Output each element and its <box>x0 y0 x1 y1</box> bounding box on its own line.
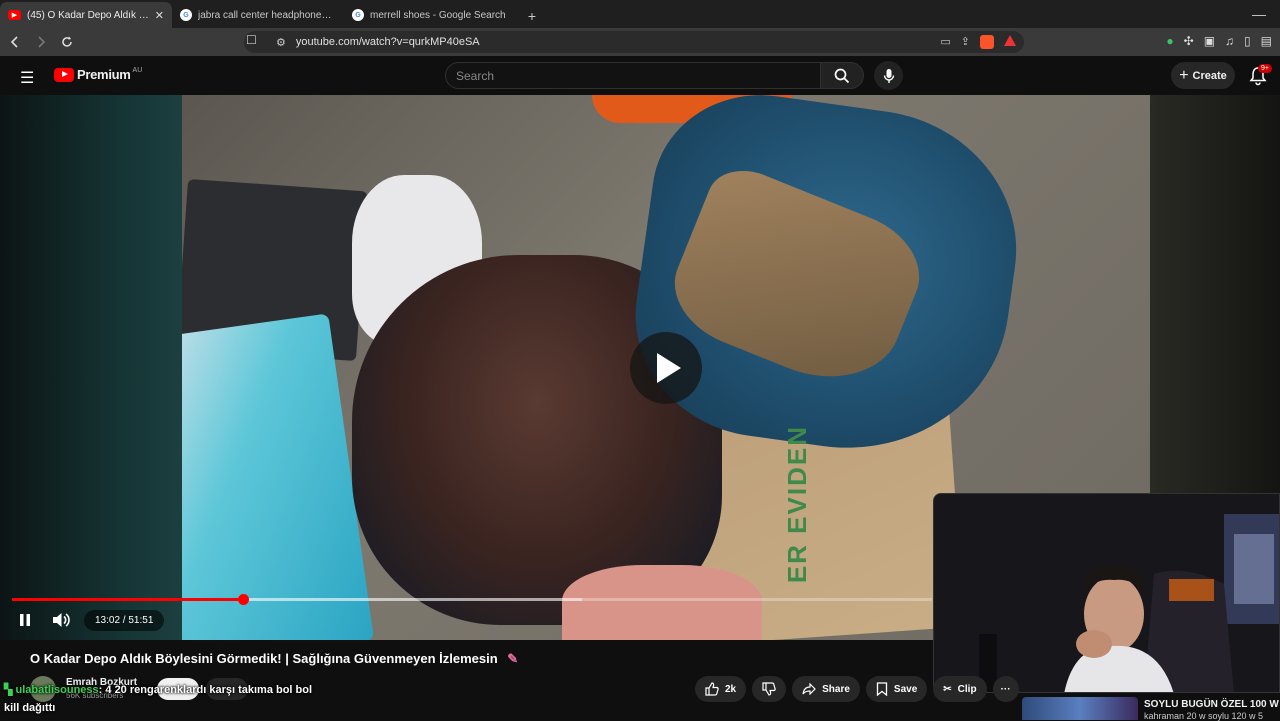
google-favicon-icon: G <box>352 9 364 21</box>
video-actions: 2k Share Save ✂ Clip ··· <box>695 676 1019 702</box>
search-icon <box>834 68 850 83</box>
tab-title: jabra call center headphones - Google Se… <box>198 9 336 21</box>
bookmark-save-icon <box>876 682 888 696</box>
pink-bag-shape <box>562 565 762 640</box>
scrubber-handle[interactable] <box>238 594 249 605</box>
plus-icon: + <box>1179 66 1189 84</box>
recommended-thumbnail[interactable] <box>1022 697 1138 720</box>
extensions-puzzle-icon[interactable]: ✣ <box>1184 34 1194 48</box>
close-tab-icon[interactable]: ✕ <box>155 9 164 22</box>
played-bar <box>12 598 243 601</box>
site-info-icon[interactable]: ⚙ <box>276 36 286 49</box>
tab-title: (45) O Kadar Depo Aldık Böylesini Görmed… <box>27 9 149 21</box>
thumbs-down-icon <box>762 682 776 696</box>
brave-shields-icon[interactable] <box>980 35 994 49</box>
volume-icon <box>53 613 70 627</box>
share-icon <box>802 683 816 695</box>
more-horizontal-icon: ··· <box>1000 683 1011 695</box>
chat-overlay-line-2: kill dağıttı <box>4 702 56 714</box>
url-text: youtube.com/watch?v=qurkMP40eSA <box>295 36 480 48</box>
chat-overlay-line: ▚ ulabatlisouness: 4 20 rengarenklardı k… <box>4 683 312 696</box>
dislike-button[interactable] <box>752 676 787 702</box>
minimize-window-button[interactable]: — <box>1252 6 1266 22</box>
search-button[interactable] <box>820 62 864 89</box>
omnibox-actions: ▭ ⇪ <box>940 35 1016 49</box>
progress-bar[interactable] <box>12 594 932 605</box>
pause-icon <box>20 614 30 626</box>
pencil-emoji-icon: ✎ <box>507 651 519 666</box>
media-controls-icon[interactable]: ♫ <box>1225 34 1234 48</box>
youtube-premium-logo[interactable]: Premium AU <box>54 67 142 82</box>
video-title-text: O Kadar Depo Aldık Böylesini Görmedik! |… <box>30 651 498 666</box>
back-arrow-icon <box>10 36 18 48</box>
microphone-icon <box>883 68 894 83</box>
youtube-header: ☰ Premium AU Search + Create 9+ <box>0 56 1280 95</box>
bookmark-icon[interactable]: ☐ <box>246 33 257 47</box>
chat-username: ulabatlisouness <box>15 684 99 696</box>
share-label: Share <box>822 683 850 695</box>
sidebar-toggle-icon[interactable]: ▯ <box>1244 34 1251 48</box>
chat-message: : 4 20 rengarenklardı karşı takıma bol b… <box>98 684 313 696</box>
youtube-favicon-icon: ▶ <box>8 10 21 20</box>
chat-badge-icon: ▚ <box>4 684 13 696</box>
google-favicon-icon: G <box>180 9 192 21</box>
reload-icon <box>62 36 72 47</box>
create-label: Create <box>1192 69 1227 82</box>
region-code: AU <box>132 67 143 74</box>
address-toolbar: ⚙ youtube.com/watch?v=qurkMP40eSA ▭ ⇪ ☐ … <box>0 28 1280 56</box>
tab-title: merrell shoes - Google Search <box>370 9 506 21</box>
voice-search-button[interactable] <box>874 61 903 90</box>
box-print-text: ER EVIDEN <box>782 425 812 584</box>
blue-bag-shape <box>182 313 375 640</box>
scissors-icon: ✂ <box>943 683 952 695</box>
youtube-logo-icon <box>54 67 74 82</box>
like-count: 2k <box>725 683 737 695</box>
clip-label: Clip <box>957 683 977 695</box>
clip-button[interactable]: ✂ Clip <box>933 676 987 702</box>
cast-icon[interactable]: ▭ <box>940 35 950 49</box>
player-controls: 13:02 / 51:51 <box>12 607 165 633</box>
big-play-button[interactable] <box>630 332 702 404</box>
volume-button[interactable] <box>48 607 74 633</box>
tab-youtube[interactable]: ▶ (45) O Kadar Depo Aldık Böylesini Görm… <box>0 2 172 28</box>
extension-leaf-icon[interactable]: ● <box>1166 34 1173 48</box>
recommended-title[interactable]: SOYLU BUGÜN ÖZEL 100 W <box>1144 699 1279 710</box>
video-title: O Kadar Depo Aldık Böylesini Görmedik! |… <box>30 651 518 667</box>
browser-tab-strip: ▶ (45) O Kadar Depo Aldık Böylesini Görm… <box>0 0 1280 28</box>
tab-jabra-search[interactable]: G jabra call center headphones - Google … <box>172 2 344 28</box>
forward-button[interactable] <box>30 31 52 53</box>
create-button[interactable]: + Create <box>1171 62 1235 89</box>
share-button[interactable]: Share <box>792 676 860 702</box>
like-button[interactable]: 2k <box>695 676 747 702</box>
menu-icon[interactable]: ☰ <box>20 68 34 88</box>
time-display: 13:02 / 51:51 <box>84 609 165 631</box>
search-input[interactable]: Search <box>445 62 821 89</box>
notification-count-badge: 9+ <box>1258 64 1272 73</box>
share-page-icon[interactable]: ⇪ <box>961 35 970 49</box>
more-actions-button[interactable]: ··· <box>992 676 1019 702</box>
save-label: Save <box>893 683 918 695</box>
screenshot-icon[interactable]: ▣ <box>1204 34 1215 48</box>
forward-arrow-icon <box>38 36 46 48</box>
streamer-webcam <box>933 493 1280 693</box>
webcam-scene <box>934 494 1279 692</box>
pause-button[interactable] <box>12 607 38 633</box>
wallet-icon[interactable]: ▤ <box>1261 34 1272 48</box>
ambient-glow-left <box>0 95 182 640</box>
recommended-video[interactable]: SOYLU BUGÜN ÖZEL 100 W kahraman 20 w soy… <box>1022 697 1280 721</box>
reload-button[interactable] <box>56 31 78 53</box>
thumbs-up-icon <box>705 682 719 696</box>
logo-text: Premium <box>77 67 131 82</box>
tab-merrell-search[interactable]: G merrell shoes - Google Search <box>344 2 516 28</box>
omnibox[interactable]: ⚙ youtube.com/watch?v=qurkMP40eSA ▭ ⇪ <box>244 31 1024 53</box>
save-button[interactable]: Save <box>865 676 928 702</box>
back-button[interactable] <box>4 31 26 53</box>
brave-rewards-icon[interactable] <box>1004 35 1016 46</box>
new-tab-button[interactable]: + <box>520 4 544 28</box>
extensions-area: ● ✣ ▣ ♫ ▯ ▤ <box>1166 34 1272 48</box>
